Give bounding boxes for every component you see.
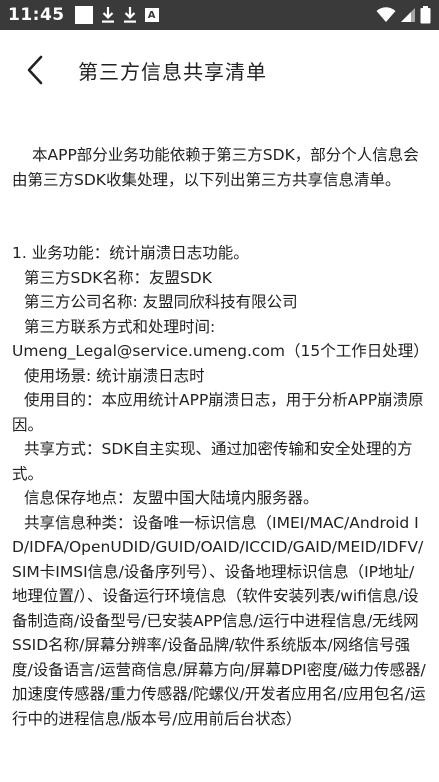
status-time: 11:45: [8, 5, 65, 25]
page-title: 第三方信息共享清单: [78, 59, 267, 84]
wifi-icon: [376, 7, 396, 22]
status-bar: 11:45 A: [0, 0, 439, 30]
contact-label: 第三方联系方式和处理时间:: [24, 317, 216, 336]
battery-icon: [420, 6, 431, 24]
chevron-left-icon: [27, 55, 43, 85]
square-notification-icon: [74, 6, 93, 24]
sharing-method: 共享方式：SDK自主实现、通过加密传输和安全处理的方式。: [12, 440, 413, 483]
back-button[interactable]: [0, 30, 70, 110]
download-icon: [123, 7, 136, 23]
app-bar: 第三方信息共享清单: [0, 30, 439, 110]
download-icon: [101, 7, 114, 23]
contact-value: Umeng_Legal@service.umeng.com（15个工作日处理）: [12, 342, 426, 360]
intro-paragraph: 本APP部分业务功能依赖于第三方SDK，部分个人信息会由第三方SDK收集处理，以…: [12, 146, 419, 189]
usage-scenario: 使用场景: 统计崩溃日志时: [24, 366, 205, 385]
storage-location: 信息保存地点：友盟中国大陆境内服务器。: [24, 489, 319, 507]
sdk-name: 第三方SDK名称：友盟SDK: [24, 268, 212, 287]
content-scroll-area[interactable]: 本APP部分业务功能依赖于第三方SDK，部分个人信息会由第三方SDK收集处理，以…: [12, 110, 426, 782]
business-function: 1. 业务功能：统计崩溃日志功能。: [12, 244, 249, 262]
a-notification-icon: A: [144, 8, 159, 22]
shared-info-types: 共享信息种类：设备唯一标识信息（IMEI/MAC/Android ID/IDFA…: [12, 513, 426, 728]
signal-icon: [401, 8, 415, 22]
company-name: 第三方公司名称: 友盟同欣科技有限公司: [24, 293, 298, 311]
usage-purpose: 使用目的：本应用统计APP崩溃日志，用于分析APP崩溃原因。: [12, 391, 424, 434]
